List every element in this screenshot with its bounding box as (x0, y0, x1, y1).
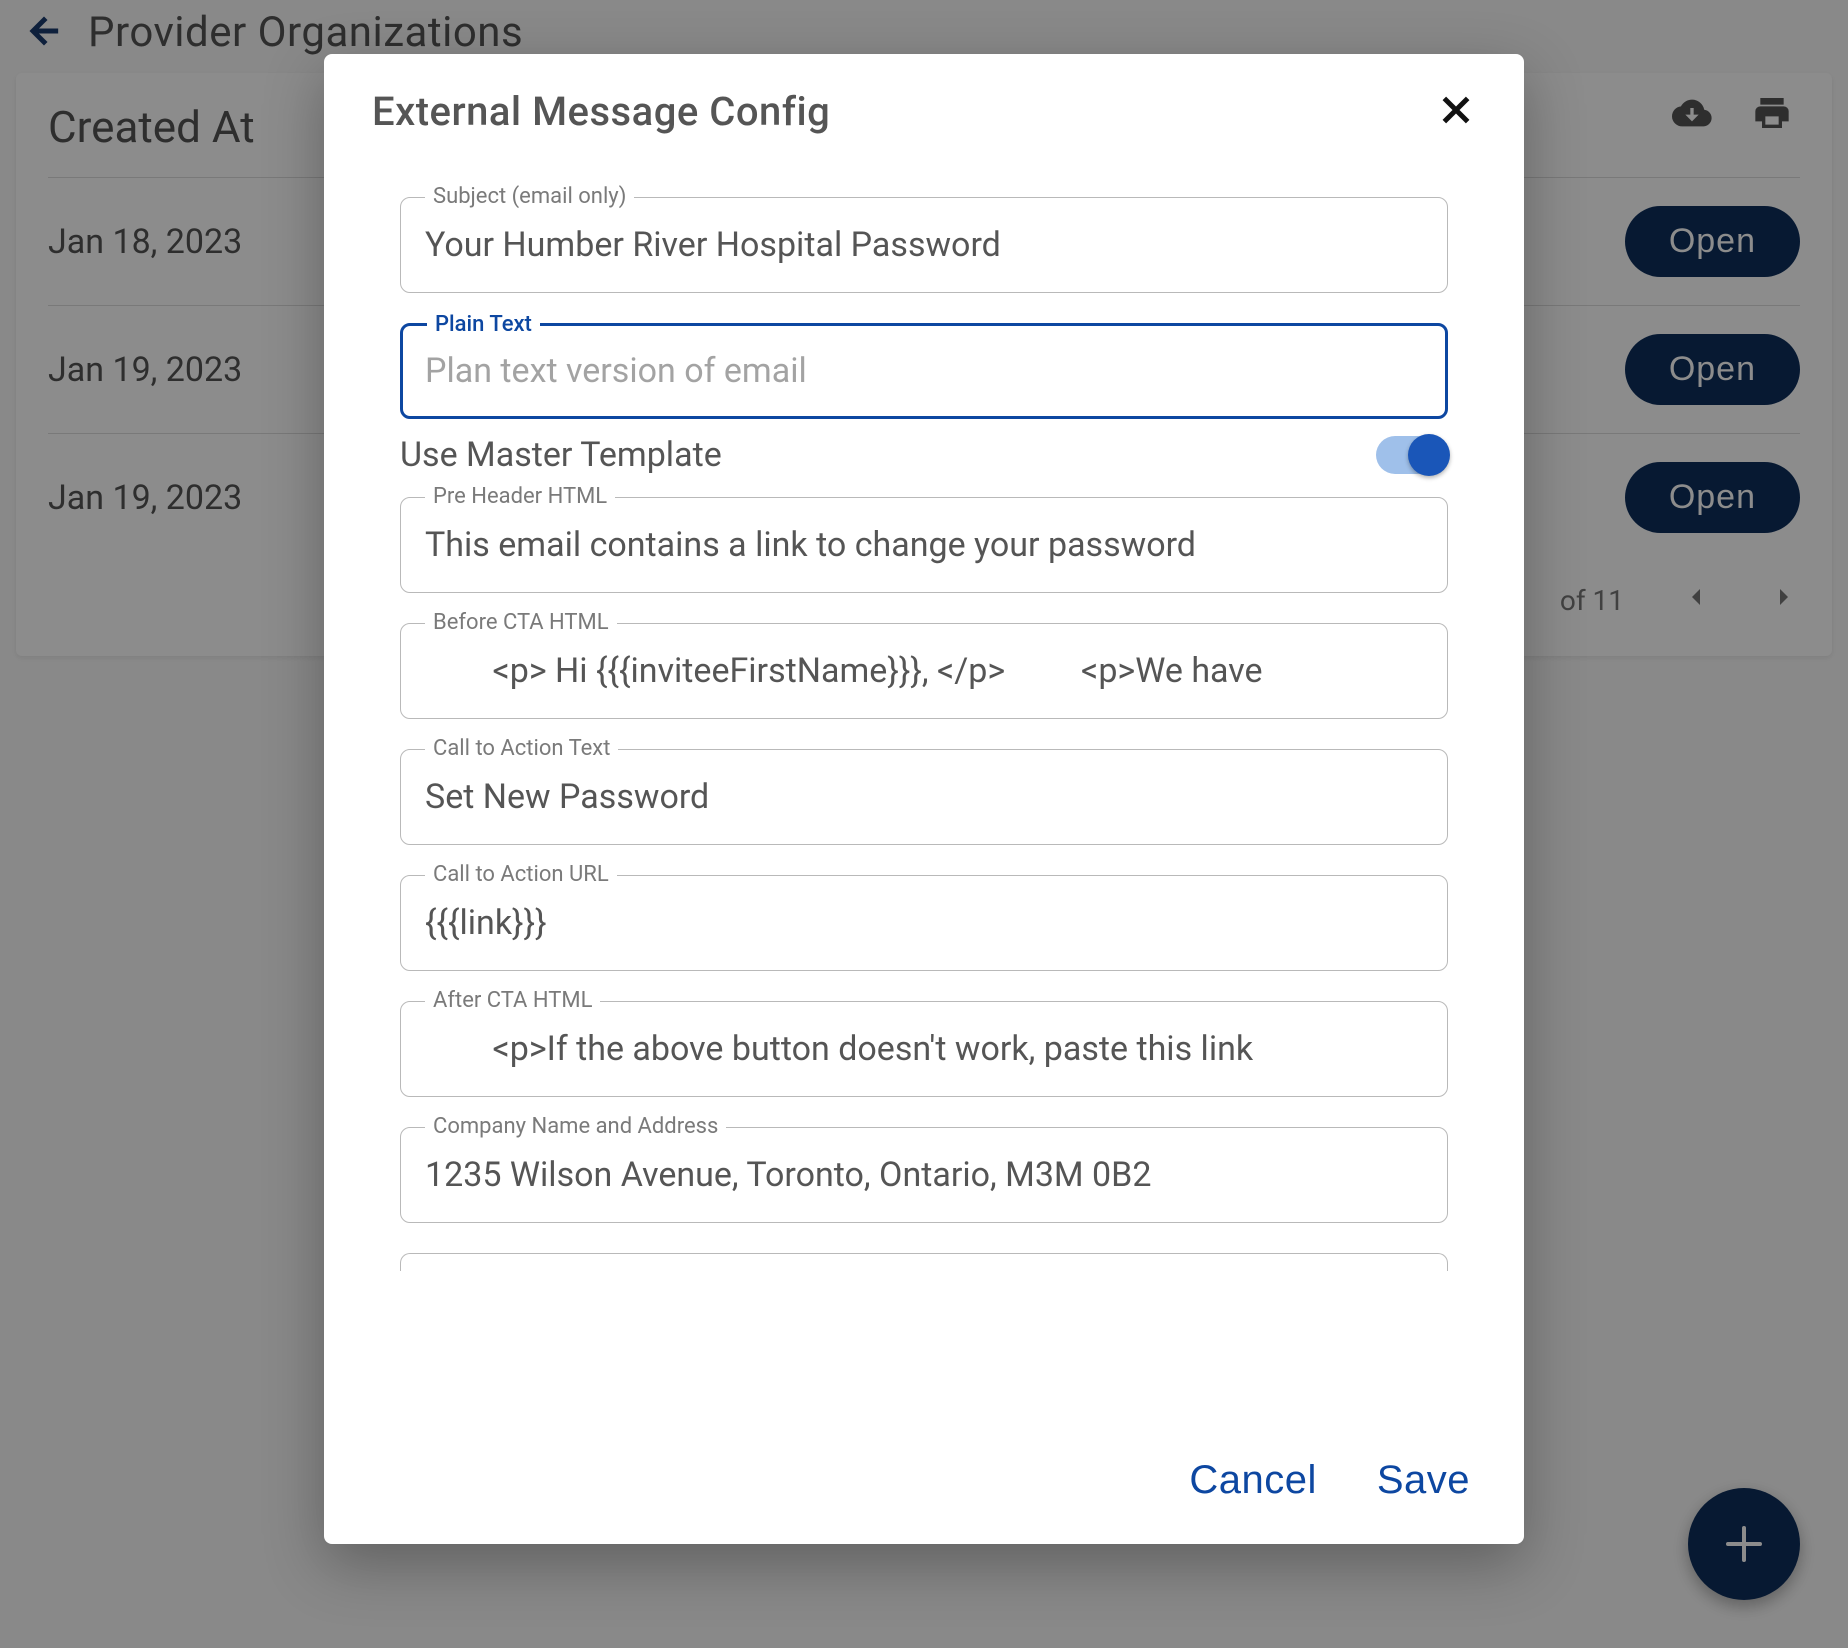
next-field-partial[interactable] (400, 1253, 1448, 1271)
dialog-title: External Message Config (372, 88, 830, 135)
use-master-template-label: Use Master Template (400, 435, 722, 475)
company-field[interactable]: Company Name and Address (400, 1127, 1448, 1223)
pre-header-input[interactable] (423, 524, 1425, 566)
pre-header-field[interactable]: Pre Header HTML (400, 497, 1448, 593)
subject-input[interactable] (423, 224, 1425, 266)
after-cta-label: After CTA HTML (425, 988, 600, 1013)
plain-text-input[interactable] (423, 350, 1425, 392)
close-icon[interactable] (1436, 90, 1476, 134)
cta-text-input[interactable] (423, 776, 1425, 818)
before-cta-field[interactable]: Before CTA HTML (400, 623, 1448, 719)
use-master-template-toggle[interactable] (1376, 436, 1448, 474)
cta-url-label: Call to Action URL (425, 862, 617, 887)
cta-url-input[interactable] (423, 902, 1425, 944)
plain-text-label: Plain Text (427, 312, 540, 337)
cta-text-field[interactable]: Call to Action Text (400, 749, 1448, 845)
before-cta-input[interactable] (423, 650, 1425, 692)
before-cta-label: Before CTA HTML (425, 610, 617, 635)
plain-text-field[interactable]: Plain Text (400, 323, 1448, 419)
subject-field[interactable]: Subject (email only) (400, 197, 1448, 293)
save-button[interactable]: Save (1371, 1457, 1476, 1504)
use-master-template-row: Use Master Template (400, 435, 1448, 475)
cta-url-field[interactable]: Call to Action URL (400, 875, 1448, 971)
cancel-button[interactable]: Cancel (1183, 1457, 1323, 1504)
company-input[interactable] (423, 1154, 1425, 1196)
subject-label: Subject (email only) (425, 184, 634, 209)
modal-overlay: External Message Config Subject (email o… (0, 0, 1848, 1648)
pre-header-label: Pre Header HTML (425, 484, 615, 509)
after-cta-input[interactable] (423, 1028, 1425, 1070)
company-label: Company Name and Address (425, 1114, 726, 1139)
external-message-config-dialog: External Message Config Subject (email o… (324, 54, 1524, 1544)
cta-text-label: Call to Action Text (425, 736, 618, 761)
dialog-body[interactable]: Subject (email only) Plain Text Use Mast… (324, 141, 1524, 1431)
after-cta-field[interactable]: After CTA HTML (400, 1001, 1448, 1097)
